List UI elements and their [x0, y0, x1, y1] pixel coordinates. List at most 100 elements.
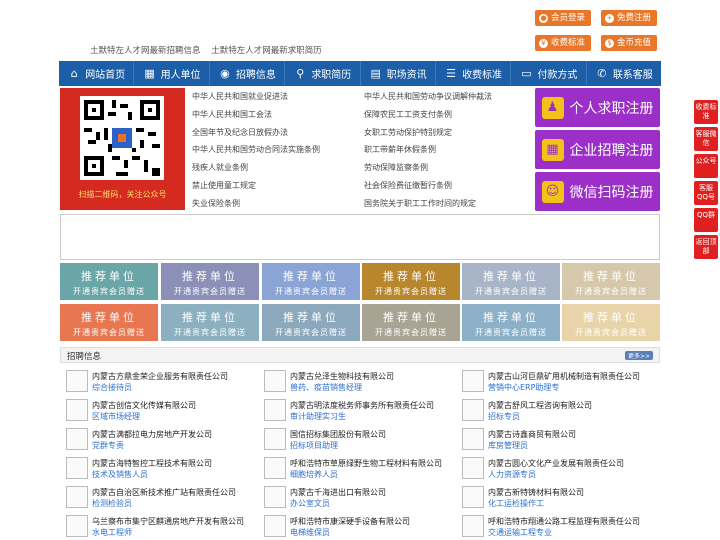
more-jobs-link[interactable]: 更多>> — [624, 351, 653, 360]
ad-tile[interactable]: 推荐单位 开通贵宾会员赠送 — [362, 263, 460, 300]
law-link[interactable]: 国务院关于职工工作时间的规定 — [364, 198, 476, 209]
law-link[interactable]: 中华人民共和国工会法 — [192, 109, 272, 120]
user-icon: ● — [539, 13, 548, 23]
law-link[interactable]: 职工带薪年休假条例 — [364, 144, 436, 155]
float-qq-group[interactable]: QQ群 — [694, 208, 718, 232]
job-item[interactable]: 内蒙古自治区新技术推广站有限责任公司 检测检验员 — [60, 484, 250, 510]
law-link[interactable]: 全国年节及纪念日放假办法 — [192, 127, 288, 138]
main-nav: ⌂ 网站首页 ▦ 用人单位 ◉ 招聘信息 ⚲ 求职简历 ▤ 职场资讯 ☰ 收费标准 ▭ 付款方… — [59, 61, 661, 86]
ad-tile[interactable]: 推荐单位 开通贵宾会员赠送 — [362, 304, 460, 341]
jobs-section-header: 招聘信息 更多>> — [60, 347, 660, 363]
nav-news[interactable]: ▤ 职场资讯 — [361, 61, 436, 86]
law-link[interactable]: 残疾人就业条例 — [192, 162, 248, 173]
float-wechat[interactable]: 客服微信 — [694, 127, 718, 151]
company-logo — [264, 457, 286, 479]
float-pricing[interactable]: 收费标准 — [694, 100, 718, 124]
coin-icon: $ — [605, 38, 614, 48]
company-logo — [66, 457, 88, 479]
law-link[interactable]: 中华人民共和国就业促进法 — [192, 91, 288, 102]
company-logo — [66, 428, 88, 450]
nav-jobs[interactable]: ◉ 招聘信息 — [210, 61, 286, 86]
law-link[interactable]: 中华人民共和国劳动争议调解仲裁法 — [364, 91, 492, 102]
news-icon: ▤ — [370, 66, 381, 80]
pricing-button[interactable]: ¥ 收费标准 — [535, 35, 592, 51]
job-item[interactable]: 国信招标集团股份有限公司 招标项目助理 — [258, 426, 448, 452]
float-qq[interactable]: 客服QQ号 — [694, 181, 718, 205]
law-link[interactable]: 劳动保障监察条例 — [364, 162, 428, 173]
job-item[interactable]: 内蒙古满都拉电力房地产开发公司 党群专责 — [60, 426, 250, 452]
company-logo — [264, 428, 286, 450]
ad-tile[interactable]: 推荐单位 开通贵宾会员赠送 — [262, 263, 360, 300]
job-item[interactable]: 内蒙古圆心文化产业发展有限责任公司 人力资源专员 — [456, 455, 646, 481]
company-logo — [66, 515, 88, 537]
person-icon: ♟ — [541, 96, 564, 119]
company-logo — [462, 428, 484, 450]
ad-tile[interactable]: 推荐单位 开通贵宾会员赠送 — [462, 263, 560, 300]
nav-employers[interactable]: ▦ 用人单位 — [134, 61, 210, 86]
ad-tile[interactable]: 推荐单位 开通贵宾会员赠送 — [161, 263, 259, 300]
nav-home[interactable]: ⌂ 网站首页 — [59, 61, 135, 86]
user-plus-icon: + — [605, 13, 614, 23]
jobs-section-title: 招聘信息 — [67, 352, 102, 362]
job-item[interactable]: 内蒙古兑泽生物科技有限公司 兽药、疫苗销售经理 — [258, 368, 448, 394]
law-link[interactable]: 失业保险条例 — [192, 198, 240, 209]
ad-tile[interactable]: 推荐单位 开通贵宾会员赠送 — [60, 263, 158, 300]
wechat-icon: ☺ — [541, 180, 564, 203]
company-logo — [66, 399, 88, 421]
float-official-account[interactable]: 公众号 — [694, 154, 718, 178]
company-logo — [264, 486, 286, 508]
job-item[interactable]: 乌兰察布市集宁区麒通房地产开发有限公司 水电工程师 — [60, 513, 250, 539]
job-item[interactable]: 内蒙古方鼎金荣企业服务有限责任公司 综合接待员 — [60, 368, 250, 394]
nav-contact[interactable]: ✆ 联系客服 — [587, 61, 661, 86]
ad-tile[interactable]: 推荐单位 开通贵宾会员赠送 — [161, 304, 259, 341]
law-link[interactable]: 社会保险费征缴暂行条例 — [364, 180, 452, 191]
nav-resumes[interactable]: ⚲ 求职简历 — [285, 61, 361, 86]
company-logo — [264, 370, 286, 392]
building-icon: ▦ — [144, 66, 155, 80]
law-link[interactable]: 中华人民共和国劳动合同法实施条例 — [192, 144, 320, 155]
nav-pricing[interactable]: ☰ 收费标准 — [436, 61, 512, 86]
latest-jobs-link[interactable]: 土默特左人才网最新招聘信息 — [90, 46, 201, 56]
job-item[interactable]: 内蒙古诗鑫商贸有限公司 库房管理员 — [456, 426, 646, 452]
qr-code-graphic — [80, 96, 164, 180]
recharge-button[interactable]: $ 金币充值 — [601, 35, 658, 51]
company-logo — [462, 399, 484, 421]
ad-tile[interactable]: 推荐单位 开通贵宾会员赠送 — [262, 304, 360, 341]
qr-panel: 扫描二维码，关注公众号 — [60, 88, 185, 210]
personal-register-button[interactable]: ♟ 个人求职注册 — [535, 88, 660, 127]
job-item[interactable]: 内蒙古千海进出口有限公司 办公室文员 — [258, 484, 448, 510]
list-icon: ☰ — [446, 66, 456, 80]
ad-tile[interactable]: 推荐单位 开通贵宾会员赠送 — [562, 304, 660, 341]
broadcast-icon: ◉ — [220, 66, 230, 80]
banner-image — [60, 214, 660, 260]
phone-icon: ✆ — [597, 66, 607, 80]
nav-payment[interactable]: ▭ 付款方式 — [511, 61, 587, 86]
law-link[interactable]: 保障农民工工资支付条例 — [364, 109, 452, 120]
ad-tile[interactable]: 推荐单位 开通贵宾会员赠送 — [562, 263, 660, 300]
job-item[interactable]: 呼和浩特市翔通公路工程监理有限责任公司 交通运输工程专业 — [456, 513, 646, 539]
job-item[interactable]: 呼和浩特市康深硬手设备有限公司 电梯维保员 — [258, 513, 448, 539]
register-button[interactable]: + 免费注册 — [601, 10, 658, 26]
wechat-register-button[interactable]: ☺ 微信扫码注册 — [535, 172, 660, 211]
law-link[interactable]: 女职工劳动保护特别规定 — [364, 127, 452, 138]
company-icon: ▦ — [541, 138, 564, 161]
ad-tile[interactable]: 推荐单位 开通贵宾会员赠送 — [462, 304, 560, 341]
latest-resumes-link[interactable]: 土默特左人才网最新求职简历 — [211, 46, 322, 56]
job-item[interactable]: 内蒙古海特智控工程技术有限公司 技术及销售人员 — [60, 455, 250, 481]
top-bar: ● 会员登录 + 免费注册 ¥ 收费标准 $ 金币充值 土默特左人才网最新招聘信… — [0, 0, 720, 60]
job-item[interactable]: 内蒙古新特铸材料有限公司 化工运检操作工 — [456, 484, 646, 510]
job-item[interactable]: 内蒙古舒风工程咨询有限公司 招标专员 — [456, 397, 646, 423]
job-item[interactable]: 呼和浩特市草原绿野生物工程材料有限公司 细胞培养人员 — [258, 455, 448, 481]
ad-tile[interactable]: 推荐单位 开通贵宾会员赠送 — [60, 304, 158, 341]
job-item[interactable]: 内蒙古创信文化传媒有限公司 区域市场经理 — [60, 397, 250, 423]
login-button[interactable]: ● 会员登录 — [535, 10, 592, 26]
card-icon: ▭ — [521, 66, 532, 80]
law-link[interactable]: 禁止使用童工规定 — [192, 180, 256, 191]
search-icon: ⚲ — [296, 66, 305, 80]
job-item[interactable]: 内蒙古山河巨鼎矿用机械制造有限责任公司 营销中心ERP助理专 — [456, 368, 646, 394]
company-register-button[interactable]: ▦ 企业招聘注册 — [535, 130, 660, 169]
float-back-to-top[interactable]: 返回顶部 — [694, 235, 718, 259]
job-item[interactable]: 内蒙古明法度税务师事务所有限责任公司 审计助理实习生 — [258, 397, 448, 423]
company-logo — [462, 515, 484, 537]
qr-caption: 扫描二维码，关注公众号 — [78, 190, 167, 199]
